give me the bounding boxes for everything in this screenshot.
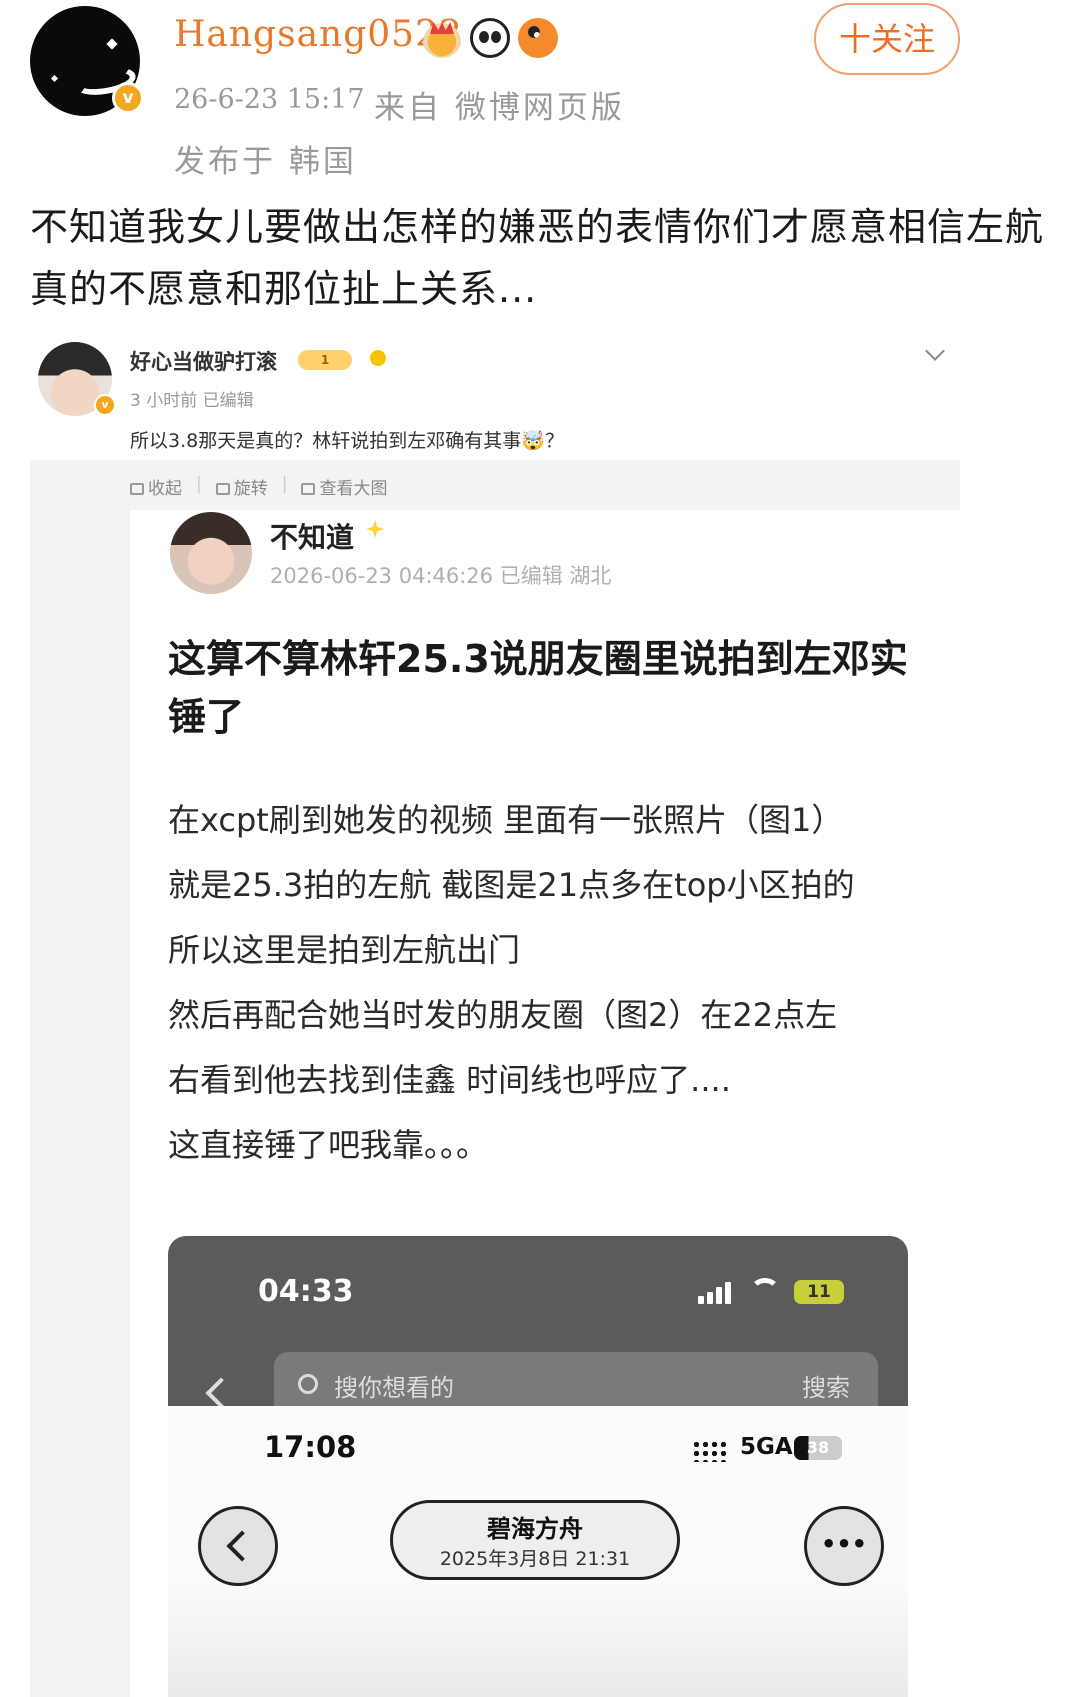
- more-icon: •••: [804, 1506, 884, 1586]
- inner-meta: 2026-06-23 04:46:26 已编辑 湖北: [270, 564, 612, 588]
- collapse-icon: [130, 483, 144, 495]
- rotate-label: 旋转: [233, 479, 268, 499]
- inner-content: 在xcpt刷到她发的视频 里面有一张照片（图1） 就是25.3拍的左航 截图是2…: [168, 788, 948, 1178]
- phone-search-button: 搜索: [802, 1374, 850, 1402]
- username[interactable]: Hangsang0522: [174, 14, 463, 55]
- location-pill: 碧海方舟 2025年3月8日 21:31: [390, 1500, 680, 1580]
- network-label: 5GA: [740, 1434, 793, 1460]
- rotate-action: 旋转: [215, 474, 268, 499]
- post-image[interactable]: v 好心当做驴打滚 1 3 小时前 已编辑 所以3.8那天是真的？林轩说拍到左邓…: [30, 320, 960, 1697]
- content-line: 所以这里是拍到左航出门: [168, 931, 521, 969]
- post-location: 发布于 韩国: [174, 144, 357, 180]
- rotate-icon: [215, 483, 230, 495]
- signal-icon: [698, 1282, 734, 1304]
- post-timestamp: 26-6-23 15:17: [174, 84, 365, 115]
- search-icon: [298, 1374, 318, 1394]
- verified-badge-icon: v: [94, 394, 116, 416]
- phone-search-placeholder: 搜你想看的: [334, 1374, 454, 1402]
- inner-username: 不知道: [270, 521, 355, 554]
- view-large-action: 查看大图: [301, 474, 387, 499]
- embedded-username: 好心当做驴打滚: [130, 350, 277, 374]
- collapse-label: 收起: [148, 479, 182, 499]
- embedded-text: 所以3.8那天是真的？林轩说拍到左邓确有其事🤯？: [130, 430, 564, 452]
- battery-icon: 11: [794, 1280, 844, 1304]
- embedded-post-header: v 好心当做驴打滚 1 3 小时前 已编辑 所以3.8那天是真的？林轩说拍到左邓…: [30, 320, 960, 460]
- sparkle-decoration: [50, 74, 59, 83]
- chevron-down-icon: [925, 341, 945, 361]
- sparkle-decoration: [106, 38, 118, 50]
- content-line: 这直接锤了吧我靠。。。: [168, 1126, 489, 1164]
- back-icon: [205, 1377, 237, 1409]
- nested-phone-screenshot: 17:08 5GA 38 碧海方舟 2025年3月8日 21:31 •••: [168, 1406, 908, 1697]
- view-large-label: 查看大图: [319, 479, 388, 499]
- embedded-meta: 3 小时前 已编辑: [130, 391, 254, 411]
- battery-icon: 38: [794, 1436, 842, 1460]
- sun-icon: [370, 350, 386, 366]
- location-date: 2025年3月8日 21:31: [439, 1548, 631, 1570]
- inner-post-card: 不知道 2026-06-23 04:46:26 已编辑 湖北 这算不算林轩25.…: [130, 510, 960, 1697]
- inner-avatar: [170, 512, 252, 594]
- view-large-icon: [301, 483, 316, 495]
- crown-icon[interactable]: [422, 18, 462, 58]
- signal-dots-icon: [692, 1440, 730, 1462]
- content-line: 右看到他去找到佳鑫 时间线也呼应了....: [168, 1061, 731, 1099]
- verified-badge-icon: v: [112, 82, 144, 114]
- inner-title: 这算不算林轩25.3说朋友圈里说拍到左邓实锤了: [168, 637, 908, 739]
- level-badge: 1: [298, 350, 352, 370]
- status-bar-time: 04:33: [258, 1274, 354, 1309]
- fish-icon[interactable]: [518, 18, 558, 58]
- image-action-bar: 收起 | 旋转 | 查看大图: [130, 474, 387, 499]
- collapse-action: 收起: [130, 474, 182, 499]
- status-bar-time: 17:08: [264, 1430, 357, 1464]
- phone-screenshot: 04:33 11 搜你想看的 搜索 17:08 5GA 38 碧海方舟 2025…: [168, 1236, 908, 1697]
- content-line: 在xcpt刷到她发的视频 里面有一张照片（图1）: [168, 801, 844, 839]
- post-source[interactable]: 来自 微博网页版: [374, 82, 625, 127]
- location-name: 碧海方舟: [487, 1515, 583, 1543]
- divider: |: [281, 474, 288, 494]
- wifi-icon: [750, 1278, 780, 1304]
- panda-icon[interactable]: [470, 18, 510, 58]
- divider: |: [196, 474, 202, 494]
- content-line: 然后再配合她当时发的朋友圈（图2）在22点左: [168, 996, 838, 1034]
- post-text: 不知道我女儿要做出怎样的嫌恶的表情你们才愿意相信左航真的不愿意和那位扯上关系..…: [30, 205, 1045, 311]
- follow-button[interactable]: 十关注: [814, 3, 960, 75]
- content-line: 就是25.3拍的左航 截图是21点多在top小区拍的: [168, 866, 855, 904]
- sparkle-icon: [366, 520, 384, 538]
- back-button-icon: [198, 1506, 278, 1586]
